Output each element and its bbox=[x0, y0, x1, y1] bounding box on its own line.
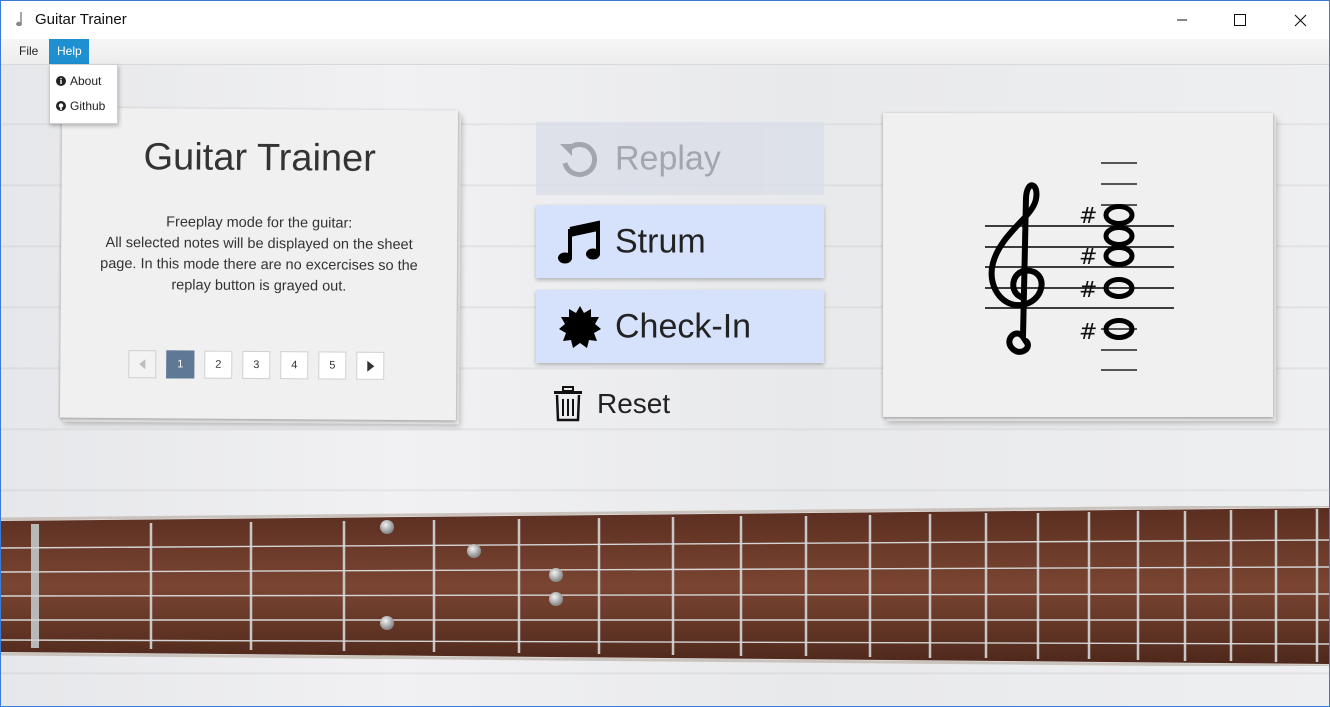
close-icon bbox=[1294, 14, 1306, 26]
page-button-2[interactable]: 2 bbox=[204, 350, 233, 379]
whole-note bbox=[1103, 225, 1135, 247]
sharp-sign: # bbox=[1079, 204, 1097, 229]
page-button-5[interactable]: 5 bbox=[318, 351, 347, 380]
page-button-1[interactable]: 1 bbox=[166, 350, 195, 379]
menu-item-github-label: Github bbox=[70, 99, 106, 113]
description-line: page. In this mode there are no excercis… bbox=[100, 255, 418, 275]
menu-file[interactable]: File bbox=[11, 39, 46, 64]
close-button[interactable] bbox=[1271, 1, 1329, 39]
whole-note bbox=[1103, 245, 1135, 267]
help-dropdown: About Github bbox=[49, 64, 118, 124]
description-line: replay button is grayed out. bbox=[171, 277, 347, 295]
trash-icon bbox=[554, 386, 582, 422]
chevron-right-icon bbox=[366, 360, 374, 372]
reset-label: Reset bbox=[597, 388, 671, 419]
menu-item-github[interactable]: Github bbox=[56, 96, 105, 116]
window-title: Guitar Trainer bbox=[35, 11, 127, 28]
maximize-icon bbox=[1234, 14, 1246, 26]
sharp-sign: # bbox=[1079, 278, 1097, 303]
note-marker[interactable] bbox=[549, 592, 563, 606]
note-marker[interactable] bbox=[380, 520, 394, 534]
music-note-icon bbox=[558, 220, 600, 263]
page-button-3[interactable]: 3 bbox=[242, 350, 271, 380]
note-marker[interactable] bbox=[549, 568, 563, 582]
note-marker[interactable] bbox=[380, 616, 394, 630]
title-bar: Guitar Trainer bbox=[1, 1, 1329, 39]
reset-button[interactable]: Reset bbox=[553, 385, 670, 423]
card-title: Guitar Trainer bbox=[143, 136, 377, 180]
sheet-music-card: # # # # bbox=[883, 113, 1273, 417]
menu-help[interactable]: Help bbox=[49, 39, 89, 64]
check-in-button[interactable]: Check-In bbox=[536, 290, 824, 363]
replay-button[interactable]: Replay bbox=[536, 122, 824, 195]
guitar-fretboard[interactable] bbox=[1, 506, 1329, 666]
whole-note bbox=[1103, 204, 1135, 226]
check-in-label: Check-In bbox=[615, 307, 752, 345]
app-window: Guitar Trainer File Help About Github Gu… bbox=[0, 0, 1330, 707]
note-marker[interactable] bbox=[467, 544, 481, 558]
menu-bar: File Help bbox=[1, 39, 1329, 65]
info-card: Guitar Trainer Freeplay mode for the gui… bbox=[59, 107, 459, 421]
menu-item-about[interactable]: About bbox=[56, 71, 101, 91]
minimize-button[interactable] bbox=[1153, 1, 1211, 39]
strum-label: Strum bbox=[615, 222, 706, 260]
sheet-music-staff: # # # # bbox=[985, 162, 1174, 371]
prev-page-button[interactable] bbox=[128, 350, 157, 379]
info-icon bbox=[56, 76, 66, 86]
github-icon bbox=[56, 101, 66, 111]
strum-button[interactable]: Strum bbox=[536, 205, 824, 278]
badge-icon bbox=[559, 305, 601, 348]
sharp-sign: # bbox=[1079, 245, 1097, 270]
maximize-button[interactable] bbox=[1211, 1, 1269, 39]
menu-item-about-label: About bbox=[70, 74, 102, 88]
replay-icon bbox=[560, 141, 598, 177]
replay-label: Replay bbox=[615, 139, 721, 177]
card-description: Freeplay mode for the guitar: All select… bbox=[89, 212, 430, 298]
chevron-left-icon bbox=[139, 359, 146, 370]
treble-clef-icon bbox=[988, 182, 1045, 355]
description-line: Freeplay mode for the guitar: bbox=[166, 214, 353, 232]
page-button-4[interactable]: 4 bbox=[280, 351, 309, 380]
minimize-icon bbox=[1177, 19, 1187, 21]
sharp-sign: # bbox=[1079, 320, 1097, 345]
next-page-button[interactable] bbox=[356, 351, 385, 380]
guitar-app-icon bbox=[16, 12, 22, 27]
description-line: All selected notes will be displayed on … bbox=[105, 234, 413, 254]
